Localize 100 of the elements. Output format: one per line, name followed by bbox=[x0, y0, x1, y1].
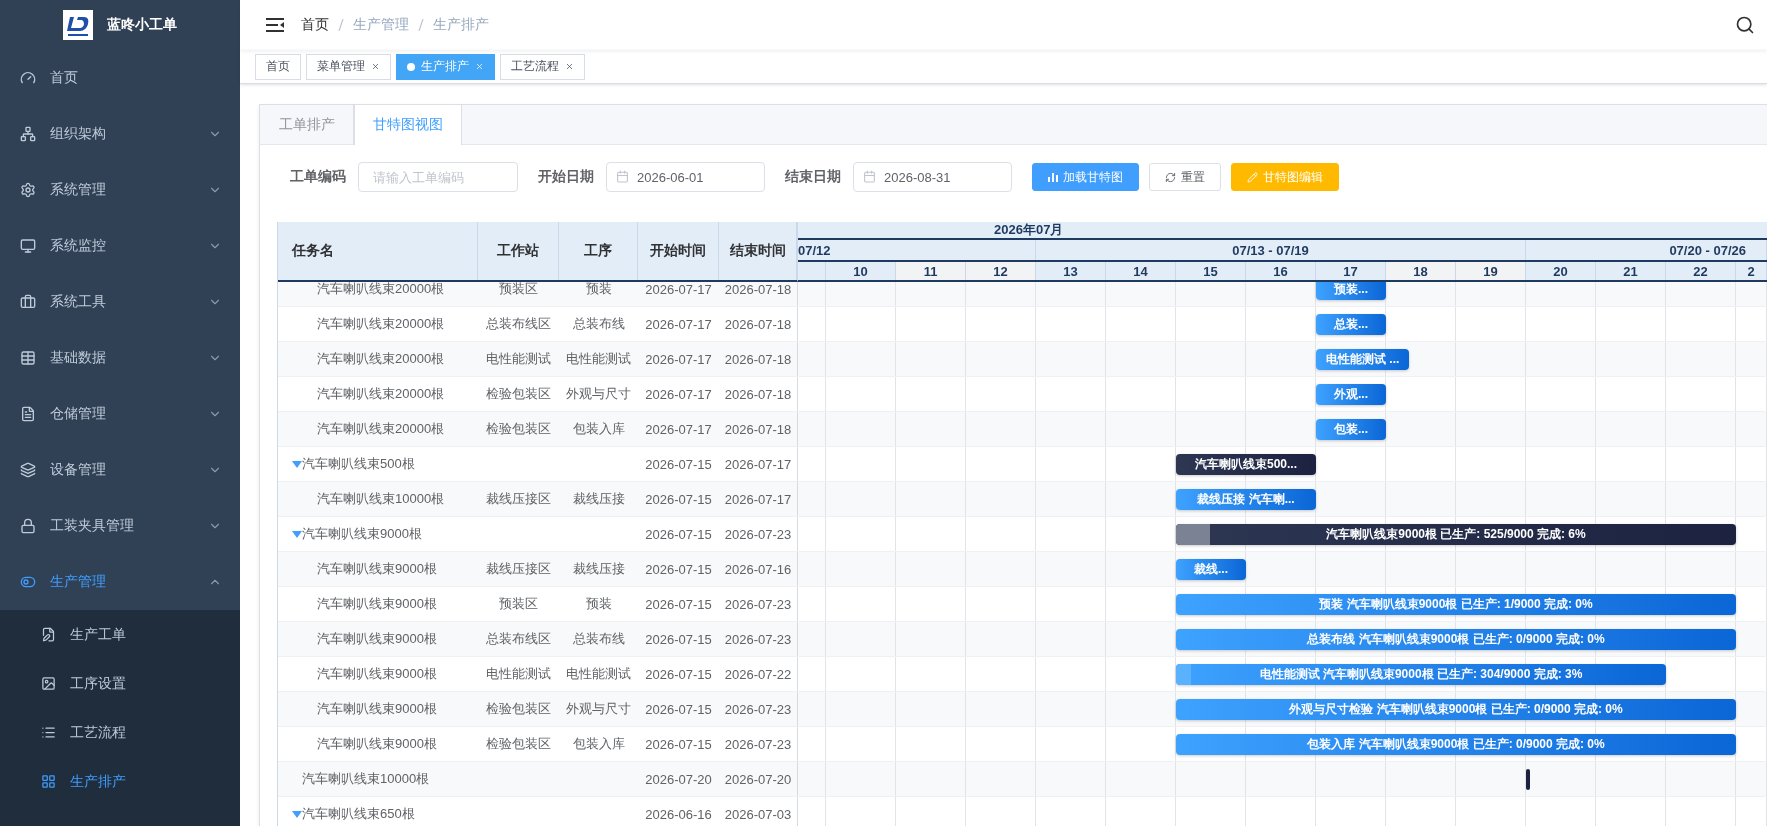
bar-label: 电性能测试 汽车喇叭线束9000根 已生产: 304/9000 完成: 3% bbox=[1259, 666, 1583, 683]
table-cell: 预装区 bbox=[499, 282, 538, 298]
gantt-bar[interactable]: 裁线压接 汽车喇... bbox=[1176, 489, 1316, 510]
gantt-bar[interactable]: 预装... bbox=[1316, 282, 1386, 300]
task-name: 汽车喇叭线束9000根 bbox=[317, 735, 437, 753]
slash-icon bbox=[418, 19, 424, 31]
menu-item[interactable]: 首页 bbox=[0, 50, 240, 106]
menu-icon[interactable] bbox=[266, 18, 284, 32]
table-cell: 2026-07-22 bbox=[724, 666, 792, 682]
table-cell: 2026-07-18 bbox=[724, 316, 792, 332]
table-icon bbox=[20, 350, 36, 366]
milestone-marker bbox=[1526, 769, 1530, 790]
table-cell: 电性能测试 bbox=[566, 350, 631, 368]
menu-item[interactable]: 系统监控 bbox=[0, 218, 240, 274]
task-name: 汽车喇叭线束10000根 bbox=[317, 490, 445, 508]
day-header: 19 bbox=[1456, 262, 1526, 280]
table-cell: 检验包装区 bbox=[486, 420, 551, 438]
table-cell: 2026-07-23 bbox=[724, 701, 792, 717]
date-field[interactable]: 2026-06-01 bbox=[606, 162, 765, 192]
task-name: 汽车喇叭线束9000根 bbox=[317, 630, 437, 648]
caret-down-icon[interactable] bbox=[292, 810, 302, 818]
task-name: 汽车喇叭线束20000根 bbox=[317, 282, 445, 298]
table-cell: 2026-07-17 bbox=[645, 282, 712, 297]
bar-label: 外观... bbox=[1334, 386, 1368, 403]
table-cell: 预装 bbox=[585, 282, 612, 298]
table-cell: 2026-07-20 bbox=[645, 771, 712, 787]
menu-item[interactable]: 系统工具 bbox=[0, 274, 240, 330]
gantt-bar[interactable]: 电性能测试 ... bbox=[1316, 349, 1410, 370]
submenu-item[interactable]: 生产工单 bbox=[0, 610, 240, 659]
gantt-bar[interactable]: 总装布线 汽车喇叭线束9000根 已生产: 0/9000 完成: 0% bbox=[1176, 629, 1736, 650]
table-cell: 2026-07-17 bbox=[645, 421, 712, 437]
lock-icon bbox=[20, 518, 36, 534]
table-cell: 外观与尺寸 bbox=[566, 700, 631, 718]
gantt-bar[interactable]: 汽车喇叭线束500... bbox=[1176, 454, 1316, 475]
table-cell: 检验包装区 bbox=[486, 385, 551, 403]
bar-label: 裁线压接 汽车喇... bbox=[1197, 491, 1295, 508]
page-tag[interactable]: 首页 bbox=[255, 53, 301, 80]
task-name: 汽车喇叭线束500根 bbox=[302, 455, 415, 473]
image-icon bbox=[41, 676, 56, 691]
breadcrumb-link[interactable]: 首页 bbox=[301, 16, 329, 34]
month-label: 2026年07月 bbox=[994, 222, 1064, 239]
submenu-item[interactable]: 生产排产 bbox=[0, 757, 240, 806]
close-icon[interactable] bbox=[371, 62, 380, 71]
table-cell: 电性能测试 bbox=[566, 665, 631, 683]
table-cell: 2026-07-18 bbox=[724, 421, 792, 437]
page-tag[interactable]: 菜单管理 bbox=[306, 53, 391, 80]
submenu-item[interactable]: 工序设置 bbox=[0, 659, 240, 708]
gantt-bar[interactable]: 裁线... bbox=[1176, 559, 1246, 580]
layers-icon bbox=[20, 462, 36, 478]
table-cell: 2026-07-20 bbox=[724, 771, 792, 787]
table-cell: 2026-07-18 bbox=[724, 351, 792, 367]
bar-label: 裁线... bbox=[1194, 561, 1228, 578]
menu-item[interactable]: 生产管理 bbox=[0, 554, 240, 610]
menu-item[interactable]: 系统管理 bbox=[0, 162, 240, 218]
menu-item[interactable]: 基础数据 bbox=[0, 330, 240, 386]
gantt-bar[interactable]: 包装... bbox=[1316, 419, 1386, 440]
action-button[interactable]: 重置 bbox=[1149, 163, 1221, 191]
table-cell: 裁线压接 bbox=[572, 490, 625, 508]
gantt-bar[interactable]: 汽车喇叭线束9000根 已生产: 525/9000 完成: 6% bbox=[1176, 524, 1736, 545]
task-name: 汽车喇叭线束9000根 bbox=[317, 665, 437, 683]
menu-item[interactable]: 组织架构 bbox=[0, 106, 240, 162]
caret-down-icon[interactable] bbox=[292, 460, 302, 468]
bar-label: 总装布线 汽车喇叭线束9000根 已生产: 0/9000 完成: 0% bbox=[1307, 631, 1605, 648]
submenu-item[interactable]: 工艺流程 bbox=[0, 708, 240, 757]
table-cell: 2026-07-15 bbox=[645, 596, 712, 612]
week-label: 07/20 - 07/26 bbox=[1669, 242, 1746, 258]
gantt-bar[interactable]: 包装入库 汽车喇叭线束9000根 已生产: 0/9000 完成: 0% bbox=[1176, 734, 1736, 755]
table-cell: 2026-07-18 bbox=[724, 386, 792, 402]
table-cell: 2026-07-15 bbox=[645, 526, 712, 542]
menu-item[interactable]: 设备管理 bbox=[0, 442, 240, 498]
table-cell: 裁线压接区 bbox=[486, 490, 551, 508]
table-cell: 总装布线区 bbox=[486, 630, 551, 648]
bar-label: 包装入库 汽车喇叭线束9000根 已生产: 0/9000 完成: 0% bbox=[1307, 736, 1605, 753]
table-cell: 预装 bbox=[585, 595, 612, 613]
date-field[interactable]: 2026-08-31 bbox=[853, 162, 1012, 192]
page-tag[interactable]: 工艺流程 bbox=[500, 53, 585, 80]
grid-icon bbox=[41, 774, 56, 789]
bar-label: 汽车喇叭线束9000根 已生产: 525/9000 完成: 6% bbox=[1326, 526, 1586, 543]
briefcase-icon bbox=[20, 294, 36, 310]
table-cell: 2026-07-03 bbox=[724, 806, 792, 822]
gantt-bar[interactable]: 预装 汽车喇叭线束9000根 已生产: 1/9000 完成: 0% bbox=[1176, 594, 1736, 615]
caret-down-icon[interactable] bbox=[292, 530, 302, 538]
table-cell: 预装区 bbox=[499, 595, 538, 613]
gantt-bar[interactable]: 总装... bbox=[1316, 314, 1386, 335]
table-cell: 2026-07-15 bbox=[645, 491, 712, 507]
close-icon[interactable] bbox=[565, 62, 574, 71]
table-cell: 包装入库 bbox=[572, 735, 625, 753]
gantt-bar[interactable]: 外观... bbox=[1316, 384, 1386, 405]
bar-label: 预装 汽车喇叭线束9000根 已生产: 1/9000 完成: 0% bbox=[1319, 596, 1593, 613]
task-name: 汽车喇叭线束20000根 bbox=[317, 420, 445, 438]
bar-label: 汽车喇叭线束500... bbox=[1195, 456, 1297, 473]
search-icon[interactable] bbox=[1735, 15, 1755, 35]
menu-item[interactable]: 工装夹具管理 bbox=[0, 498, 240, 554]
task-name: 汽车喇叭线束9000根 bbox=[302, 525, 422, 543]
table-cell: 2026-06-16 bbox=[645, 806, 712, 822]
brand-name: 蓝咚小工单 bbox=[107, 16, 177, 34]
table-cell: 电性能测试 bbox=[486, 665, 551, 683]
menu-item[interactable]: 仓储管理 bbox=[0, 386, 240, 442]
monitor-icon bbox=[20, 238, 36, 254]
input-field[interactable]: 请输入工单编码 bbox=[358, 162, 518, 192]
